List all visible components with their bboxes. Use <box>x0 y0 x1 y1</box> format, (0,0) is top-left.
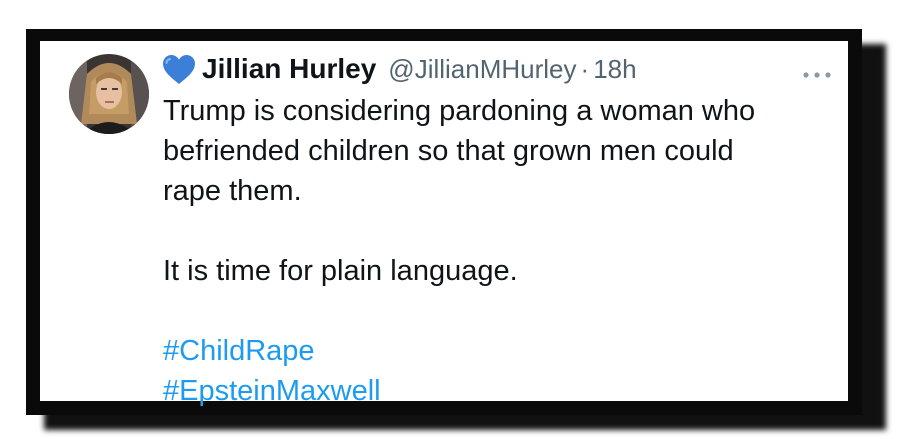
screenshot-frame: Jillian Hurley @JillianMHurley · 18h Tru… <box>26 29 862 415</box>
hashtag-link[interactable]: #EpsteinMaxwell <box>163 371 823 411</box>
avatar-image <box>69 54 149 134</box>
author-handle[interactable]: @JillianMHurley <box>388 54 576 85</box>
tweet-text-line: Trump is considering pardoning a woman w… <box>163 95 756 127</box>
author-display-name[interactable]: Jillian Hurley <box>202 53 376 85</box>
separator-dot: · <box>580 53 590 84</box>
more-options-icon[interactable] <box>802 65 832 78</box>
tweet-text-line: rape them. <box>163 175 302 207</box>
tweet-header: Jillian Hurley @JillianMHurley · 18h <box>162 51 637 87</box>
avatar[interactable] <box>69 54 149 134</box>
tweet-timestamp[interactable]: 18h <box>593 54 636 85</box>
tweet-text: Trump is considering pardoning a woman w… <box>163 91 823 411</box>
hashtag-link[interactable]: #ChildRape <box>163 331 823 371</box>
blue-heart-icon <box>162 54 196 85</box>
tweet-text-line: It is time for plain language. <box>163 255 518 287</box>
tweet-text-line: befriended children so that grown men co… <box>163 135 734 167</box>
tweet-card[interactable]: Jillian Hurley @JillianMHurley · 18h Tru… <box>40 41 848 407</box>
